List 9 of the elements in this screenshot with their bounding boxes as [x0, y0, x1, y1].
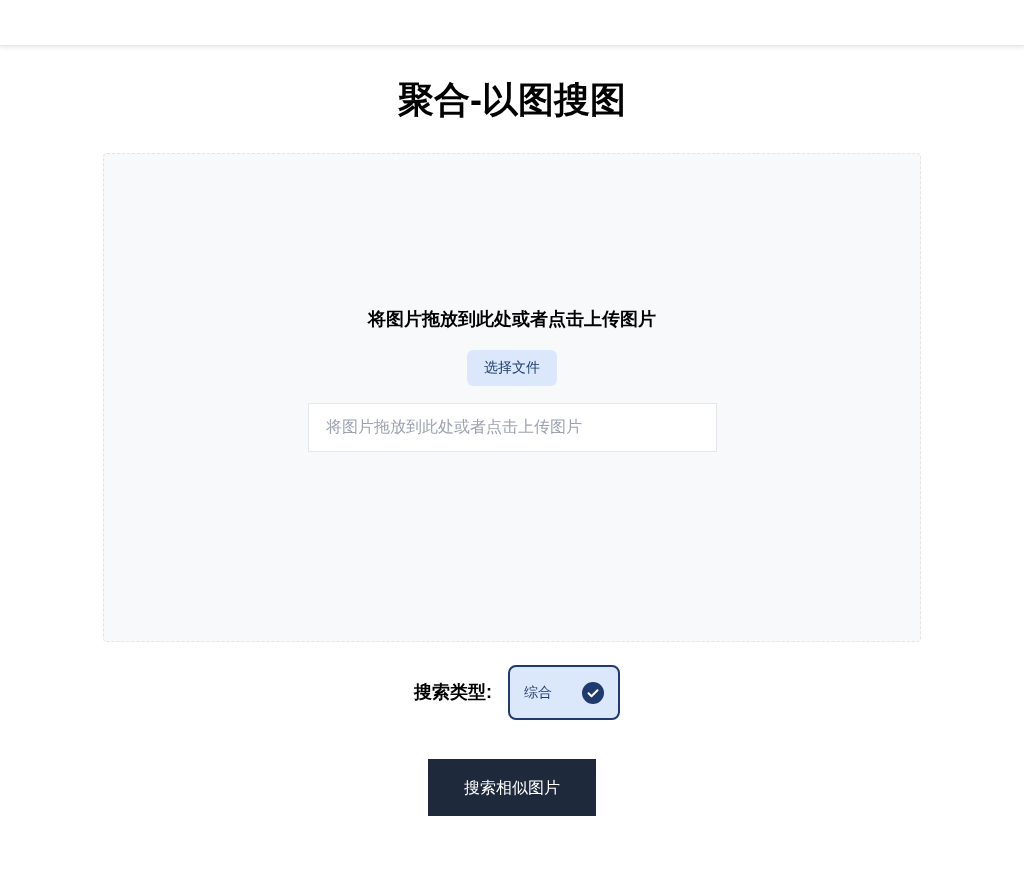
choose-file-button[interactable]: 选择文件	[467, 349, 557, 386]
search-similar-button[interactable]: 搜索相似图片	[428, 759, 596, 816]
upload-heading: 将图片拖放到此处或者点击上传图片	[368, 307, 656, 331]
search-type-option[interactable]: 综合	[508, 665, 620, 720]
upload-input-field[interactable]: 将图片拖放到此处或者点击上传图片	[307, 402, 717, 452]
drop-zone[interactable]: 将图片拖放到此处或者点击上传图片 选择文件 将图片拖放到此处或者点击上传图片	[103, 153, 921, 642]
check-circle-icon	[582, 681, 604, 704]
search-type-label: 搜索类型:	[414, 681, 492, 704]
page-title: 聚合-以图搜图	[398, 78, 626, 122]
